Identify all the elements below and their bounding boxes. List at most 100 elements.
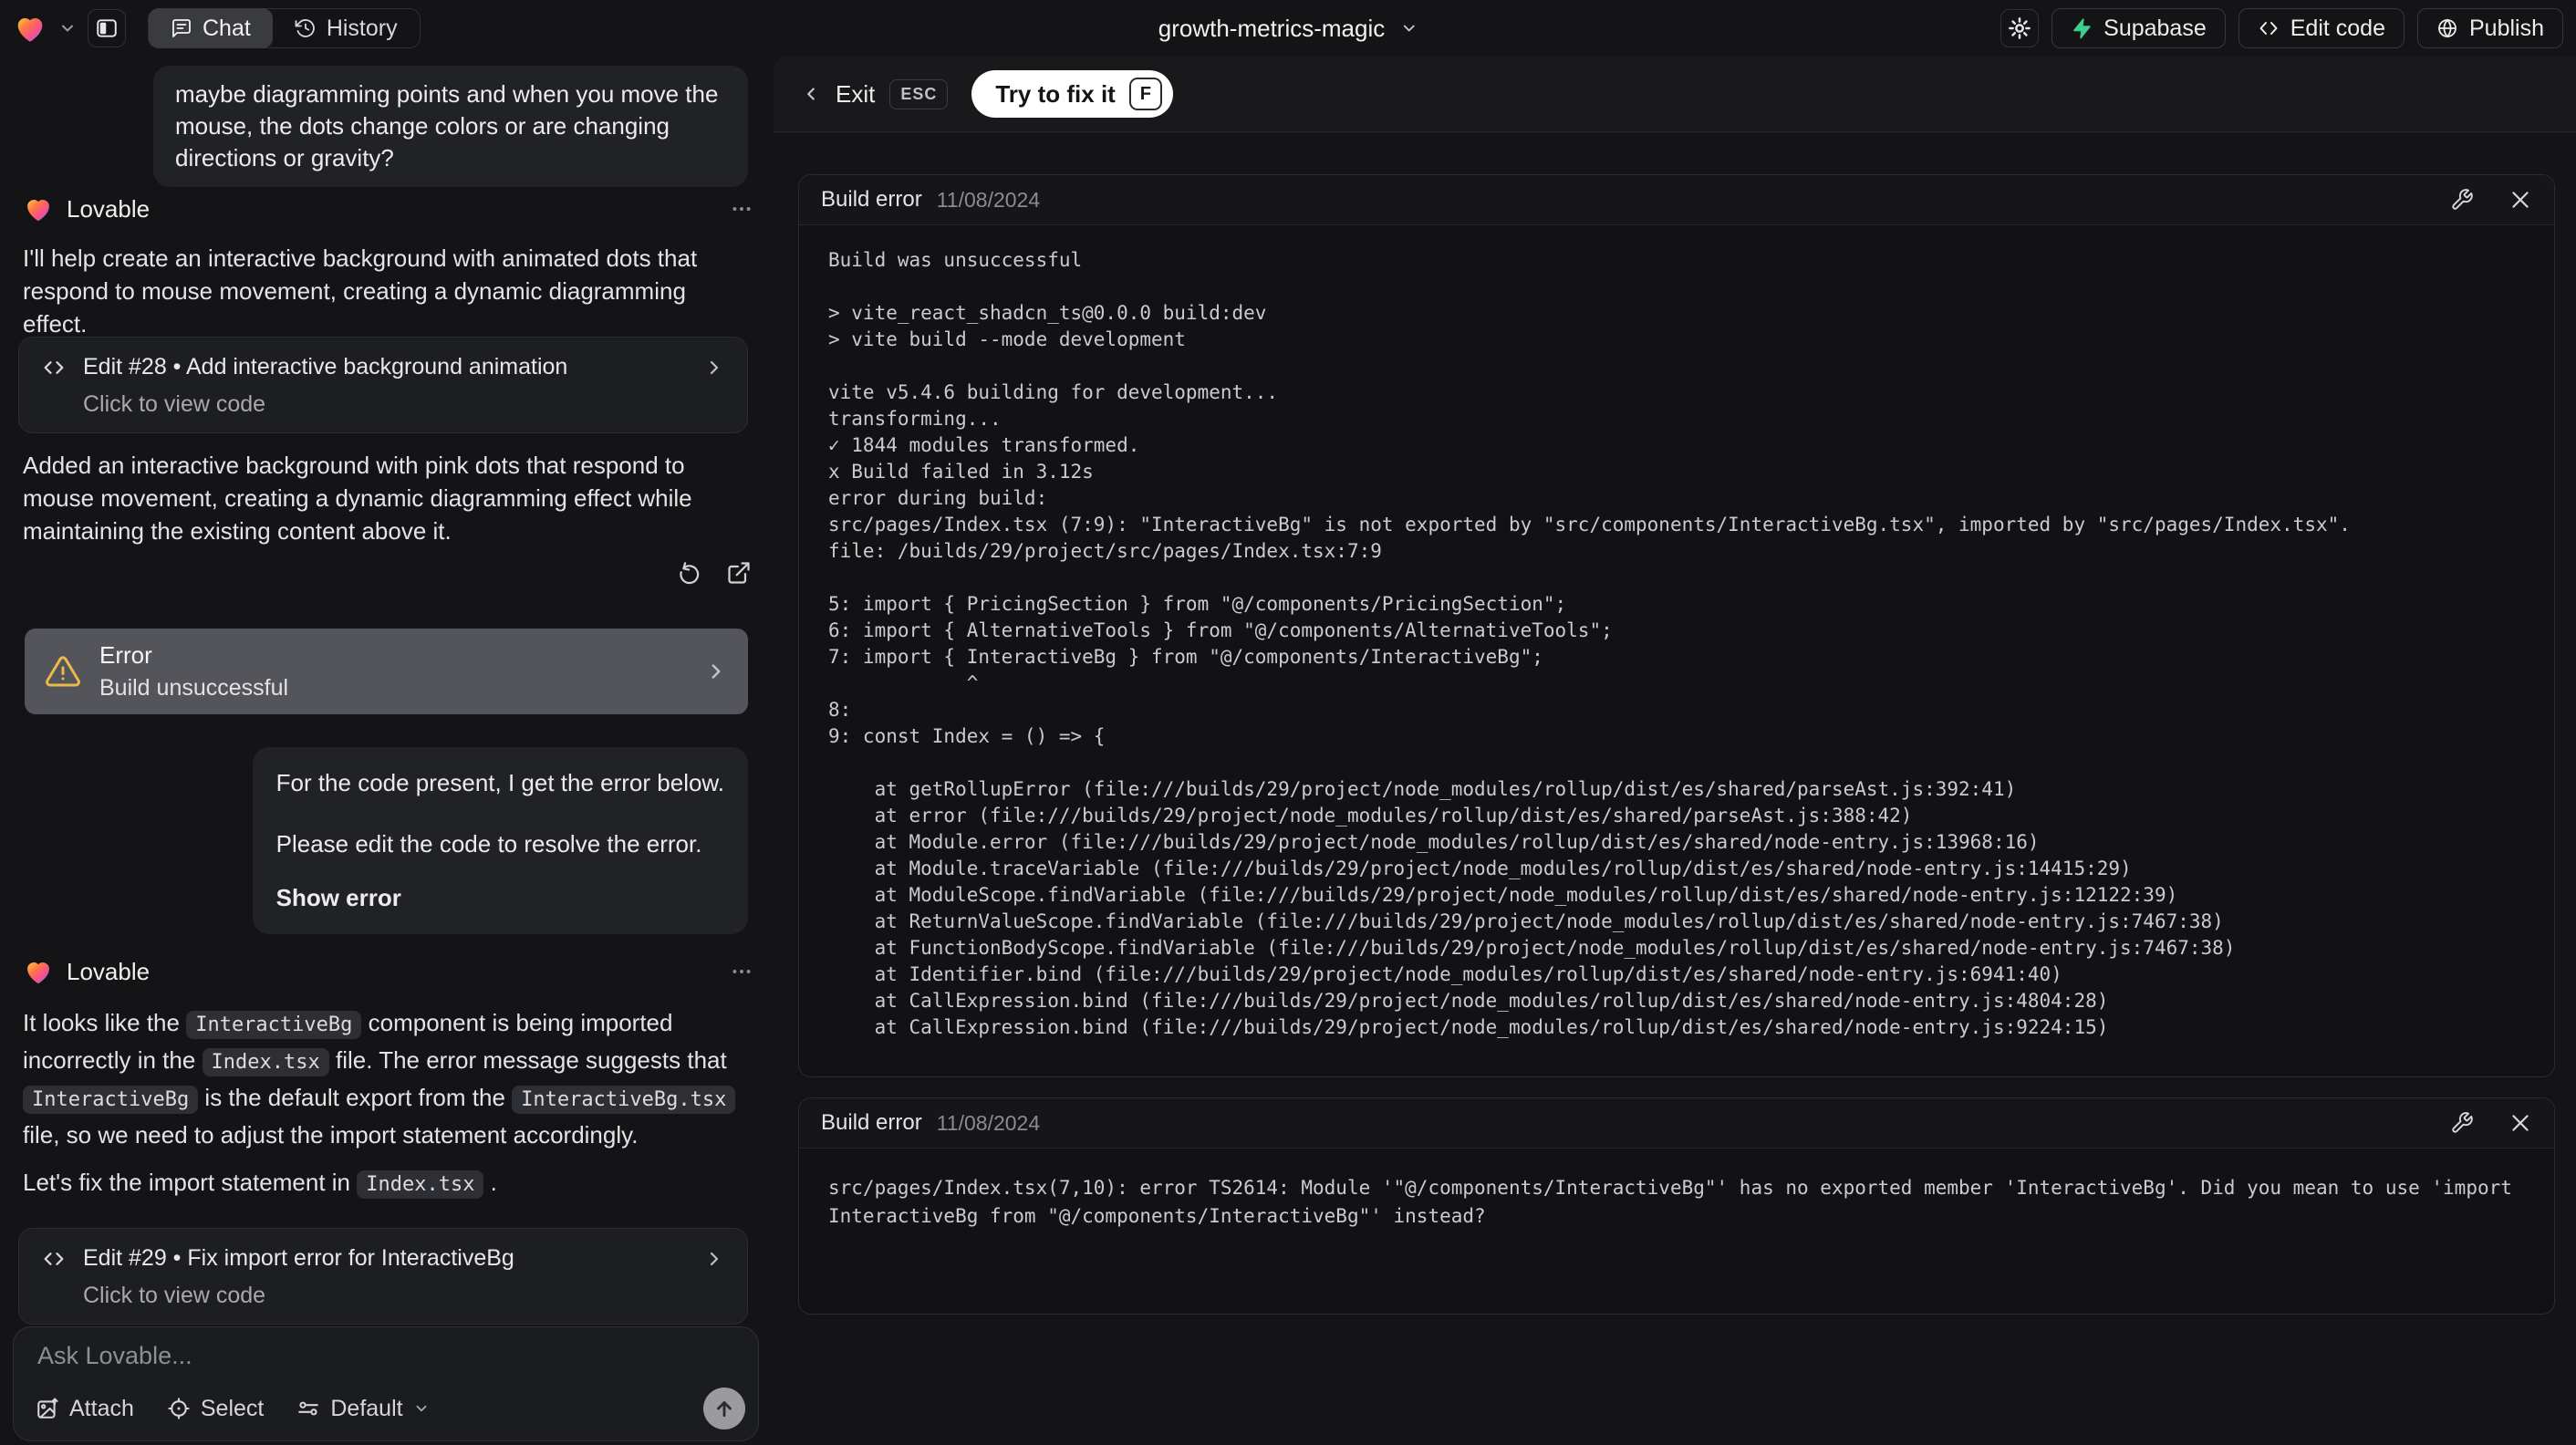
warning-triangle-icon [45,653,81,690]
mode-label: Default [330,1395,403,1421]
attach-label: Attach [69,1395,134,1421]
mode-chevron-down-icon [413,1400,430,1417]
assistant-fix-statement: Let's fix the import statement in Index.… [23,1166,751,1201]
ask-lovable-input[interactable] [37,1342,734,1370]
user-message: For the code present, I get the error be… [252,747,748,934]
build-error-card[interactable]: Error Build unsuccessful [25,629,748,714]
attach-button[interactable]: Attach [36,1396,134,1422]
lovable-logo-heart-icon[interactable] [13,11,47,46]
message-more-menu-icon[interactable] [730,197,753,221]
panel-date: 11/08/2024 [936,1110,1041,1135]
lovable-avatar-heart-icon [23,193,54,224]
supabase-bolt-icon [2071,17,2093,39]
code-brackets-icon [2258,17,2280,39]
edit-code-button[interactable]: Edit code [2238,8,2405,48]
chat-bubble-icon [171,17,192,39]
tab-history[interactable]: History [273,8,420,48]
fix-wrench-icon[interactable] [2450,1111,2474,1135]
overlay-body: Build error 11/08/2024 Build was unsucce… [774,133,2576,1445]
assistant-fix-explanation: It looks like the InteractiveBg componen… [23,1005,751,1152]
select-button[interactable]: Select [167,1396,264,1422]
edit-code-label: Edit code [2290,15,2385,41]
inline-code: Index.tsx [357,1170,484,1199]
assistant-intro-text: I'll help create an interactive backgrou… [23,244,698,338]
try-to-fix-label: Try to fix it [995,79,1116,108]
open-preview-external-link-icon[interactable] [726,560,752,586]
ts-error-text: src/pages/Index.tsx(7,10): error TS2614:… [828,1177,2524,1227]
project-name: growth-metrics-magic [1158,14,1386,42]
chat-history-tabgroup: Chat History [148,8,421,48]
close-icon[interactable] [2508,188,2532,212]
project-switcher[interactable]: growth-metrics-magic [1158,15,1418,43]
tab-chat-label: Chat [203,15,251,41]
message-more-menu-icon[interactable] [730,960,753,983]
restore-rotate-ccw-icon[interactable] [675,560,701,586]
inline-code: Index.tsx [202,1048,329,1076]
error-card-subtitle: Build unsuccessful [99,675,289,701]
tab-history-label: History [326,15,398,41]
assistant-summary-text: Added an interactive background with pin… [23,452,692,545]
attach-image-icon [36,1397,59,1420]
assistant-message-header: Lovable [23,193,753,224]
panel-title: Build error [821,1110,922,1135]
gear-icon [2008,16,2031,40]
publish-button[interactable]: Publish [2417,8,2563,48]
chevron-left-icon [801,84,821,104]
project-chevron-down-icon [1399,19,1418,37]
history-clock-icon [295,17,317,39]
lovable-avatar-heart-icon [23,956,54,987]
build-error-panel-1: Build error 11/08/2024 Build was unsucce… [798,174,2555,1077]
close-icon[interactable] [2508,1111,2532,1135]
inline-code: InteractiveBg.tsx [512,1086,736,1114]
exit-button[interactable]: Exit ESC [801,78,949,109]
build-error-log: Build was unsuccessful > vite_react_shad… [828,249,2351,1038]
supabase-button[interactable]: Supabase [2051,8,2226,48]
sliders-icon [296,1397,320,1420]
inline-code: InteractiveBg [186,1011,362,1039]
exit-label: Exit [836,79,876,108]
chevron-right-icon [703,357,725,379]
fix-wrench-icon[interactable] [2450,188,2474,212]
edit-card-title: Edit #28 • Add interactive background an… [83,354,568,379]
select-crosshair-icon [167,1397,191,1420]
code-brackets-icon [41,355,67,380]
chevron-right-icon [703,1248,725,1270]
edit-card-subtitle: Click to view code [83,391,266,417]
inline-code: InteractiveBg [23,1086,199,1114]
tab-chat[interactable]: Chat [149,8,273,48]
topbar: Chat History growth-metrics-magic Supaba… [0,0,2576,57]
workspace-chevron-down-icon[interactable] [58,19,77,37]
edit-card-29[interactable]: Edit #29 • Fix import error for Interact… [18,1228,748,1325]
composer: Attach Select Default [13,1326,759,1441]
sidebar-panel-icon [95,16,119,40]
settings-button[interactable] [2000,9,2040,47]
chevron-right-icon [704,660,728,683]
fix-error-overlay: Exit ESC Try to fix it F Build error 11/… [774,57,2576,1445]
supabase-label: Supabase [2103,15,2207,41]
globe-icon [2436,17,2458,39]
publish-label: Publish [2469,15,2544,41]
chat-panel: maybe diagramming points and when you mo… [0,57,774,1445]
send-button[interactable] [703,1388,745,1429]
panel-date: 11/08/2024 [936,187,1041,212]
edit-card-28[interactable]: Edit #28 • Add interactive background an… [18,337,748,433]
select-label: Select [200,1395,265,1421]
mode-selector[interactable]: Default [296,1396,429,1422]
user-message: maybe diagramming points and when you mo… [153,66,748,187]
error-card-title: Error [99,641,152,669]
code-brackets-icon [41,1246,67,1272]
edit-card-title: Edit #29 • Fix import error for Interact… [83,1245,514,1271]
edit-card-subtitle: Click to view code [83,1283,266,1308]
assistant-message-header: Lovable [23,956,753,987]
build-error-panel-2: Build error 11/08/2024 src/pages/Index.t… [798,1097,2555,1315]
try-to-fix-button[interactable]: Try to fix it F [971,70,1173,118]
arrow-up-icon [712,1397,736,1420]
toggle-sidebar-button[interactable] [88,9,126,47]
overlay-header: Exit ESC Try to fix it F [774,57,2576,132]
show-error-link[interactable]: Show error [276,882,724,914]
panel-title: Build error [821,187,922,212]
assistant-name: Lovable [67,194,151,223]
esc-key-badge: ESC [889,78,949,109]
message-actions [675,560,752,586]
f-key-badge: F [1128,78,1162,110]
